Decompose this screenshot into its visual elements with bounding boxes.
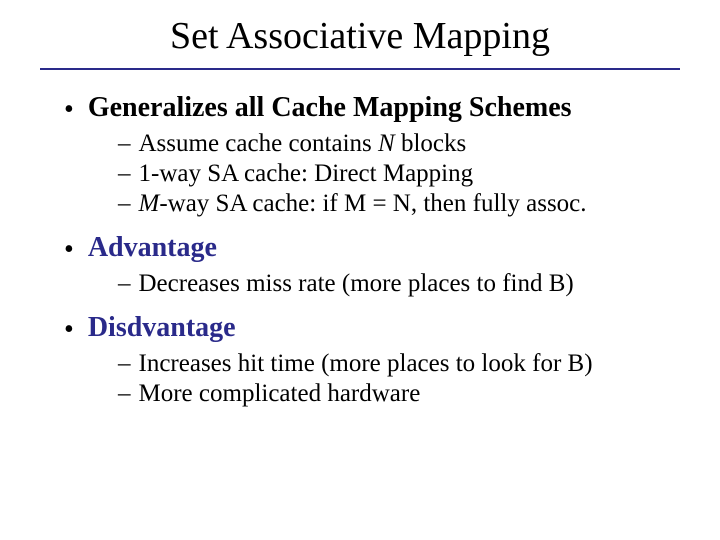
sub-bullet-text: Assume cache contains N blocks [139, 130, 467, 158]
sub-bullet-text: More complicated hardware [139, 380, 421, 408]
title-underline [40, 68, 680, 70]
bullet-marker: • [64, 236, 74, 264]
sub-bullet-text: 1-way SA cache: Direct Mapping [139, 160, 474, 188]
slide-title: Set Associative Mapping [40, 14, 680, 58]
bullet-marker: • [64, 316, 74, 344]
sub-bullet-item: – Assume cache contains N blocks [40, 130, 680, 158]
sub-text-pre: 1-way SA cache: Direct Mapping [139, 160, 474, 187]
dash-marker: – [118, 160, 131, 188]
sub-text-pre: Increases hit time (more places to look … [139, 350, 593, 377]
bullet-text: Generalizes all Cache Mapping Schemes [88, 92, 572, 124]
sub-bullet-text: M-way SA cache: if M = N, then fully ass… [139, 190, 587, 218]
dash-marker: – [118, 130, 131, 158]
dash-marker: – [118, 350, 131, 378]
dash-marker: – [118, 380, 131, 408]
sub-bullet-text: Decreases miss rate (more places to find… [139, 270, 574, 298]
sub-bullet-item: – M-way SA cache: if M = N, then fully a… [40, 190, 680, 218]
sub-text-em: N [378, 130, 395, 157]
dash-marker: – [118, 190, 131, 218]
sub-bullet-text: Increases hit time (more places to look … [139, 350, 593, 378]
sub-text-pre: Assume cache contains [139, 130, 379, 157]
bullet-text: Advantage [88, 232, 217, 264]
sub-text-pre: More complicated hardware [139, 380, 421, 407]
bullet-item: • Advantage [40, 232, 680, 264]
sub-bullet-item: – More complicated hardware [40, 380, 680, 408]
sub-text-em: M [139, 190, 160, 217]
bullet-item: • Disdvantage [40, 312, 680, 344]
sub-bullet-group: – Assume cache contains N blocks – 1-way… [40, 130, 680, 218]
dash-marker: – [118, 270, 131, 298]
sub-text-post: blocks [395, 130, 467, 157]
sub-text-pre: Decreases miss rate (more places to find… [139, 270, 574, 297]
sub-bullet-group: – Increases hit time (more places to loo… [40, 350, 680, 408]
sub-text-post: -way SA cache: if M = N, then fully asso… [159, 190, 586, 217]
sub-bullet-item: – Decreases miss rate (more places to fi… [40, 270, 680, 298]
bullet-marker: • [64, 96, 74, 124]
sub-bullet-item: – 1-way SA cache: Direct Mapping [40, 160, 680, 188]
sub-bullet-group: – Decreases miss rate (more places to fi… [40, 270, 680, 298]
bullet-text: Disdvantage [88, 312, 236, 344]
bullet-item: • Generalizes all Cache Mapping Schemes [40, 92, 680, 124]
sub-bullet-item: – Increases hit time (more places to loo… [40, 350, 680, 378]
